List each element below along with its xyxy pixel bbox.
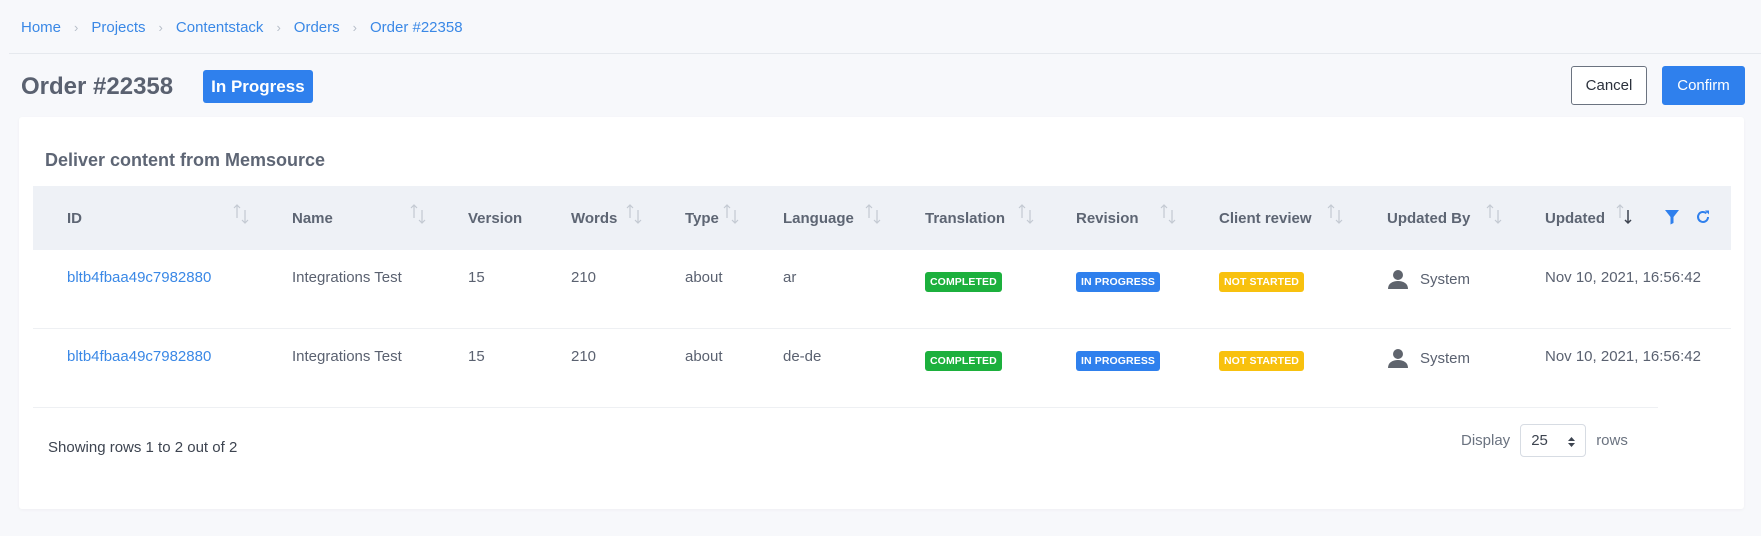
chevron-right-icon: › bbox=[158, 19, 163, 35]
page-size-select[interactable]: 25 bbox=[1520, 424, 1587, 457]
row-id-link[interactable]: bltb4fbaa49c7982880 bbox=[67, 269, 211, 286]
refresh-icon[interactable] bbox=[1694, 208, 1712, 226]
row-language: de-de bbox=[783, 348, 822, 365]
client-review-status-badge: NOT STARTED bbox=[1219, 272, 1304, 292]
breadcrumb: Home › Projects › Contentstack › Orders … bbox=[21, 17, 463, 37]
chevron-right-icon: › bbox=[352, 19, 357, 35]
row-version: 15 bbox=[468, 348, 485, 365]
updated-by: System bbox=[1387, 347, 1470, 369]
chevron-right-icon: › bbox=[74, 19, 79, 35]
revision-status-badge: IN PROGRESS bbox=[1076, 351, 1161, 371]
breadcrumb-orders[interactable]: Orders bbox=[294, 19, 340, 36]
breadcrumb-projects[interactable]: Projects bbox=[91, 19, 145, 36]
updated-by: System bbox=[1387, 268, 1470, 290]
user-icon bbox=[1388, 349, 1408, 368]
column-header-words[interactable]: Words bbox=[571, 186, 617, 250]
rows-label: rows bbox=[1596, 432, 1628, 449]
client-review-status-badge: NOT STARTED bbox=[1219, 351, 1304, 371]
revision-status-badge: IN PROGRESS bbox=[1076, 272, 1161, 292]
row-words: 210 bbox=[571, 348, 597, 365]
page-header: Order #22358 In Progress bbox=[21, 70, 313, 103]
updated-by-name: System bbox=[1420, 270, 1471, 288]
sort-arrows-icon[interactable] bbox=[1485, 203, 1503, 225]
confirm-button[interactable]: Confirm bbox=[1662, 66, 1745, 105]
chevron-right-icon: › bbox=[276, 19, 281, 35]
breadcrumb-contentstack[interactable]: Contentstack bbox=[176, 19, 264, 36]
table-header: ID Name Version Words Type Language Tran… bbox=[33, 186, 1731, 250]
page-title: Order #22358 bbox=[21, 72, 174, 100]
column-header-version[interactable]: Version bbox=[468, 186, 522, 250]
column-header-client-review[interactable]: Client review bbox=[1219, 186, 1312, 250]
row-name: Integrations Test bbox=[292, 269, 402, 286]
breadcrumb-home[interactable]: Home bbox=[21, 19, 61, 36]
card-title: Deliver content from Memsource bbox=[45, 150, 326, 170]
deliver-content-card: Deliver content from Memsource ID Name V… bbox=[19, 117, 1744, 509]
filter-icon[interactable] bbox=[1663, 208, 1681, 226]
status-badge: In Progress bbox=[203, 70, 313, 103]
page-size-value: 25 bbox=[1531, 432, 1548, 449]
sort-arrows-icon[interactable] bbox=[232, 203, 250, 225]
column-header-revision[interactable]: Revision bbox=[1076, 186, 1139, 250]
sort-arrows-icon[interactable] bbox=[1159, 203, 1177, 225]
caret-up-down-icon bbox=[1568, 437, 1576, 447]
breadcrumb-divider bbox=[9, 53, 1761, 54]
column-header-updated-by[interactable]: Updated By bbox=[1387, 186, 1470, 250]
rows-summary: Showing rows 1 to 2 out of 2 bbox=[48, 439, 238, 456]
row-id-link[interactable]: bltb4fbaa49c7982880 bbox=[67, 348, 211, 365]
translation-status-badge: COMPLETED bbox=[925, 272, 1002, 292]
sort-arrows-icon[interactable] bbox=[722, 203, 740, 225]
row-updated: Nov 10, 2021, 16:56:42 bbox=[1545, 348, 1701, 365]
row-type: about bbox=[685, 269, 723, 286]
row-language: ar bbox=[783, 269, 797, 286]
row-type: about bbox=[685, 348, 723, 365]
cancel-button[interactable]: Cancel bbox=[1571, 66, 1647, 105]
column-header-name[interactable]: Name bbox=[292, 186, 333, 250]
column-header-language[interactable]: Language bbox=[783, 186, 854, 250]
sort-arrows-icon[interactable] bbox=[409, 203, 427, 225]
sort-arrows-icon[interactable] bbox=[1017, 203, 1035, 225]
column-header-updated[interactable]: Updated bbox=[1545, 186, 1605, 250]
table-row[interactable]: bltb4fbaa49c7982880 Integrations Test 15… bbox=[33, 329, 1701, 408]
column-header-translation[interactable]: Translation bbox=[925, 186, 1005, 250]
column-header-type[interactable]: Type bbox=[685, 186, 719, 250]
row-words: 210 bbox=[571, 269, 597, 286]
breadcrumb-current-order[interactable]: Order #22358 bbox=[370, 19, 463, 36]
sort-arrows-icon[interactable] bbox=[864, 203, 882, 225]
column-header-id[interactable]: ID bbox=[67, 186, 82, 250]
display-label: Display bbox=[1461, 432, 1511, 449]
sort-arrows-icon[interactable] bbox=[1326, 203, 1344, 225]
page-size-control: Display 25 rows bbox=[1461, 424, 1628, 457]
sort-arrows-icon[interactable] bbox=[625, 203, 643, 225]
row-updated: Nov 10, 2021, 16:56:42 bbox=[1545, 269, 1701, 286]
table-row[interactable]: bltb4fbaa49c7982880 Integrations Test 15… bbox=[33, 250, 1731, 329]
user-icon bbox=[1388, 270, 1408, 289]
translation-status-badge: COMPLETED bbox=[925, 351, 1002, 371]
updated-by-name: System bbox=[1420, 349, 1471, 367]
row-name: Integrations Test bbox=[292, 348, 402, 365]
row-version: 15 bbox=[468, 269, 485, 286]
sort-desc-icon[interactable] bbox=[1615, 203, 1633, 225]
